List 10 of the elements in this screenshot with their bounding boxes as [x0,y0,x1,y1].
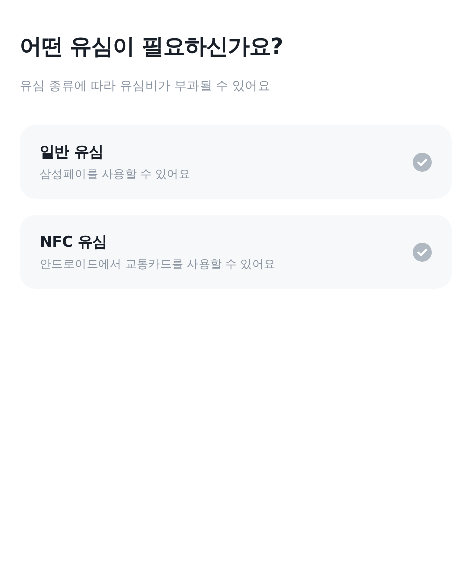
option-name: 일반 유심 [40,142,105,162]
option-name: NFC 유심 [40,232,108,252]
option-description: 삼성페이를 사용할 수 있어요 [40,166,190,182]
sim-option-card[interactable]: NFC 유심 안드로이드에서 교통카드를 사용할 수 있어요 [20,215,452,289]
check-icon [413,242,432,262]
page-subtitle: 유심 종류에 따라 유심비가 부과될 수 있어요 [20,78,272,95]
page-title: 어떤 유심이 필요하신가요? [20,34,284,62]
sim-option-card[interactable]: 일반 유심 삼성페이를 사용할 수 있어요 [20,125,452,199]
check-icon [413,152,432,172]
option-description: 안드로이드에서 교통카드를 사용할 수 있어요 [40,256,276,272]
